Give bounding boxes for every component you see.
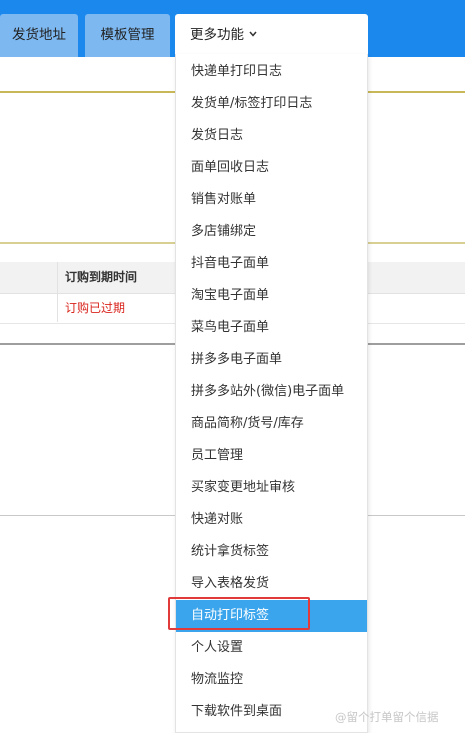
menu-item-product-sku-stock[interactable]: 商品简称/货号/库存 <box>176 408 367 440</box>
menu-item-shipping-log[interactable]: 发货日志 <box>176 120 367 152</box>
menu-item-staff-management[interactable]: 员工管理 <box>176 440 367 472</box>
menu-item-taobao-waybill[interactable]: 淘宝电子面单 <box>176 280 367 312</box>
menu-item-multi-store-binding[interactable]: 多店铺绑定 <box>176 216 367 248</box>
menu-item-pickup-label-stats[interactable]: 统计拿货标签 <box>176 536 367 568</box>
menu-item-sales-statement[interactable]: 销售对账单 <box>176 184 367 216</box>
menu-item-cainiao-waybill[interactable]: 菜鸟电子面单 <box>176 312 367 344</box>
tab-more-functions[interactable]: 更多功能 <box>175 14 368 57</box>
highlight-box <box>168 597 310 630</box>
column-header-expire-time: 订购到期时间 <box>65 270 138 284</box>
menu-item-waybill-recycle-log[interactable]: 面单回收日志 <box>176 152 367 184</box>
menu-item-address-change-review[interactable]: 买家变更地址审核 <box>176 472 367 504</box>
menu-item-import-sheet-shipping[interactable]: 导入表格发货 <box>176 568 367 600</box>
tab-template-management[interactable]: 模板管理 <box>85 14 170 57</box>
menu-item-personal-settings[interactable]: 个人设置 <box>176 632 367 664</box>
menu-item-pinduoduo-wechat-waybill[interactable]: 拼多多站外(微信)电子面单 <box>176 376 367 408</box>
expire-status: 订购已过期 <box>65 301 126 315</box>
tab-shipping-address[interactable]: 发货地址 <box>0 14 78 57</box>
menu-item-express-reconciliation[interactable]: 快递对账 <box>176 504 367 536</box>
more-functions-dropdown: 快递单打印日志 发货单/标签打印日志 发货日志 面单回收日志 销售对账单 多店铺… <box>175 54 368 733</box>
tab-more-label: 更多功能 <box>190 27 244 43</box>
menu-item-express-print-log[interactable]: 快递单打印日志 <box>176 56 367 88</box>
menu-item-douyin-waybill[interactable]: 抖音电子面单 <box>176 248 367 280</box>
chevron-down-icon <box>249 31 257 37</box>
menu-item-pinduoduo-waybill[interactable]: 拼多多电子面单 <box>176 344 367 376</box>
watermark: @留个打单留个信据 <box>335 710 439 724</box>
menu-item-logistics-monitor[interactable]: 物流监控 <box>176 664 367 696</box>
menu-item-invoice-label-print-log[interactable]: 发货单/标签打印日志 <box>176 88 367 120</box>
